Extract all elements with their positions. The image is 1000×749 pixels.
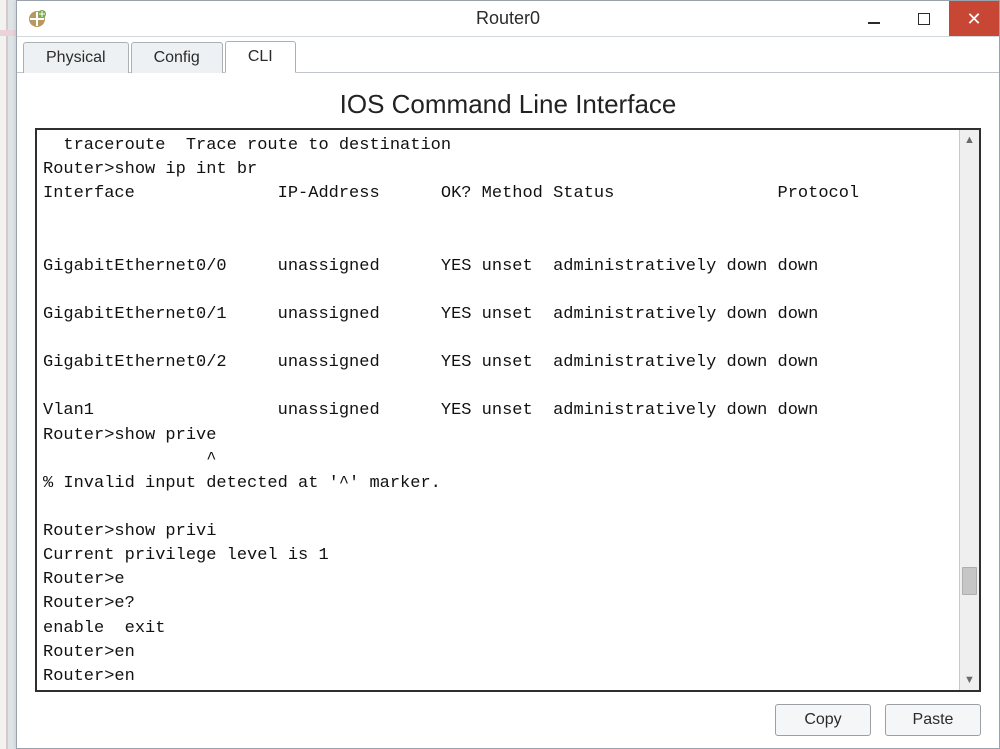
titlebar[interactable]: Router0 ✕ <box>17 1 999 37</box>
paste-button[interactable]: Paste <box>885 704 981 736</box>
button-row: Copy Paste <box>35 692 981 736</box>
app-icon <box>27 9 47 29</box>
terminal-output[interactable]: traceroute Trace route to destination Ro… <box>37 130 959 690</box>
terminal-container: traceroute Trace route to destination Ro… <box>35 128 981 692</box>
terminal-scrollbar[interactable]: ▲ ▼ <box>959 130 979 690</box>
app-window: Router0 ✕ Physical Config CLI IOS Comman… <box>16 0 1000 749</box>
scroll-down-icon[interactable]: ▼ <box>960 670 979 690</box>
tab-cli[interactable]: CLI <box>225 41 296 73</box>
scroll-up-icon[interactable]: ▲ <box>960 130 979 150</box>
cli-heading: IOS Command Line Interface <box>35 89 981 120</box>
tab-physical[interactable]: Physical <box>23 42 129 73</box>
tabstrip: Physical Config CLI <box>17 37 999 73</box>
window-controls: ✕ <box>849 1 999 36</box>
tab-config[interactable]: Config <box>131 42 223 73</box>
close-button[interactable]: ✕ <box>949 1 999 36</box>
maximize-button[interactable] <box>899 1 949 36</box>
close-icon: ✕ <box>966 10 981 28</box>
content-area: IOS Command Line Interface traceroute Tr… <box>17 73 999 748</box>
scroll-thumb[interactable] <box>962 567 977 595</box>
minimize-button[interactable] <box>849 1 899 36</box>
copy-button[interactable]: Copy <box>775 704 871 736</box>
background-stripe <box>0 0 8 749</box>
maximize-icon <box>918 13 930 25</box>
minimize-icon <box>868 22 880 24</box>
